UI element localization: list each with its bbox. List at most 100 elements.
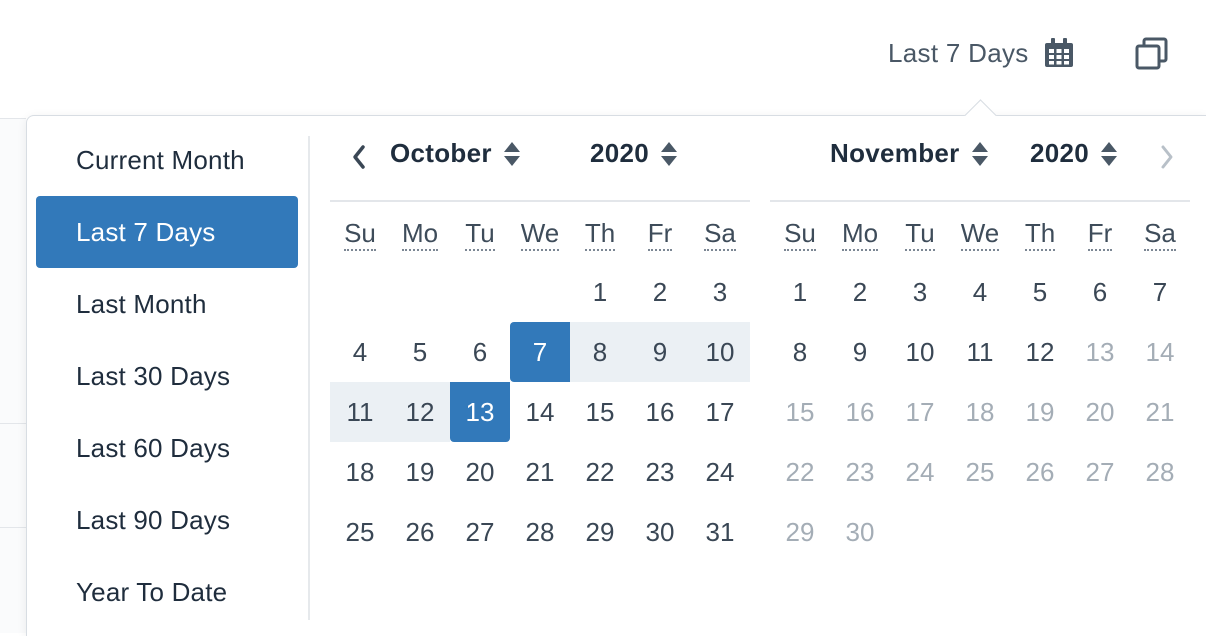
preset-item[interactable]: Last 60 Days [36, 412, 298, 484]
week-row: 123 [330, 262, 750, 322]
preset-item[interactable]: Last 30 Days [36, 340, 298, 412]
day-cell[interactable]: 6 [450, 322, 510, 382]
day-cell[interactable]: 8 [770, 322, 830, 382]
day-cell: 27 [1085, 456, 1115, 487]
weekday-abbr: Th [1024, 218, 1056, 251]
day-cell[interactable]: 4 [950, 262, 1010, 322]
day-cell[interactable]: 30 [630, 502, 690, 562]
day-cell[interactable]: 19 [390, 442, 450, 502]
day-cell[interactable]: 10 [890, 322, 950, 382]
weekday-abbr: Fr [647, 218, 673, 251]
year-select[interactable]: 2020 [590, 138, 679, 169]
week-row: 1234567 [770, 262, 1190, 322]
day-cell[interactable]: 22 [570, 442, 630, 502]
day-cell[interactable]: 23 [630, 442, 690, 502]
day-cell[interactable]: 8 [570, 322, 630, 382]
week-row: 29 30 [770, 502, 1190, 562]
day-cell[interactable]: 5 [1010, 262, 1070, 322]
day-cell[interactable]: 6 [1070, 262, 1130, 322]
weekday-abbr: Th [584, 218, 616, 251]
day-cell: 22 [785, 456, 815, 487]
preset-list: Current Month Last 7 Days Last Month Last 3… [36, 124, 298, 628]
day-cell[interactable]: 14 [510, 382, 570, 442]
day-cell[interactable]: 27 [450, 502, 510, 562]
day-cell[interactable]: 1 [770, 262, 830, 322]
day-cell[interactable]: 7 [1130, 262, 1190, 322]
day-cell[interactable]: 17 [690, 382, 750, 442]
week-row: 25 26 27 28 29 30 31 [330, 502, 750, 562]
day-cell[interactable]: 26 [390, 502, 450, 562]
year-select[interactable]: 2020 [1030, 138, 1119, 169]
day-cell[interactable]: 12 [1010, 322, 1070, 382]
preset-item[interactable]: Current Month [36, 124, 298, 196]
day-cell[interactable]: 3 [690, 262, 750, 322]
day-cell[interactable]: 2 [630, 262, 690, 322]
weekday-abbr: Tu [465, 218, 495, 251]
weekday-label: Th [1010, 218, 1070, 251]
day-cell[interactable]: 1 [570, 262, 630, 322]
day-cell[interactable]: 18 [330, 442, 390, 502]
copy-icon[interactable] [1134, 36, 1170, 72]
day-cell[interactable]: 31 [690, 502, 750, 562]
background-page-edge [0, 118, 26, 633]
day-cell: 26 [1025, 456, 1055, 487]
date-range-trigger[interactable]: Last 7 Days [888, 30, 1075, 76]
weekday-abbr: Mo [401, 218, 439, 251]
day-cell: 13 [1085, 336, 1115, 367]
month-select[interactable]: November [830, 138, 990, 169]
day-cell[interactable]: 29 [570, 502, 630, 562]
day-cell[interactable]: 25 [330, 502, 390, 562]
prev-month-button[interactable] [350, 144, 368, 175]
day-cell[interactable]: 7 [510, 322, 570, 382]
day-cell: 21 [1145, 396, 1175, 427]
day-cell: 23 [845, 456, 875, 487]
day-cell[interactable]: 21 [510, 442, 570, 502]
day-cell[interactable]: 11 [330, 382, 390, 442]
day-cell[interactable]: 16 [630, 382, 690, 442]
next-month-button[interactable] [1158, 144, 1176, 175]
day-cell[interactable]: 9 [830, 322, 890, 382]
day-grid: 1 2 3 4 5 6 7 8 9 10 11 12 13 14 15 16 17 18 19 20 21 22 23 24 2… [770, 262, 1190, 562]
calendar-month-right: November 2020 Su Mo Tu We Th Fr Sa 1 2 3 4 5 6 7 8 9 10… [770, 124, 1190, 547]
day-cell-empty [450, 262, 510, 322]
weekday-label: Tu [890, 218, 950, 251]
day-cell[interactable]: 5 [390, 322, 450, 382]
day-cell[interactable]: 13 [450, 382, 510, 442]
weekday-abbr: We [960, 218, 1000, 251]
day-cell[interactable]: 11 [950, 322, 1010, 382]
day-cell[interactable]: 4 [330, 322, 390, 382]
calendar-icon [1043, 37, 1075, 69]
weekday-label: Fr [630, 218, 690, 251]
background-divider [0, 527, 26, 528]
day-cell[interactable]: 24 [690, 442, 750, 502]
preset-item[interactable]: Last Month [36, 268, 298, 340]
day-cell-empty [390, 262, 450, 322]
weekday-label: We [950, 218, 1010, 251]
day-cell[interactable]: 10 [690, 322, 750, 382]
day-cell: 20 [1085, 396, 1115, 427]
weekday-abbr: Su [784, 218, 816, 251]
day-cell[interactable]: 2 [830, 262, 890, 322]
month-select[interactable]: October [390, 138, 522, 169]
sort-updown-icon [1101, 141, 1118, 166]
day-cell-empty [1010, 502, 1070, 562]
day-cell: 17 [905, 396, 935, 427]
day-cell: 16 [845, 396, 875, 427]
weekday-abbr: Sa [1144, 218, 1176, 251]
day-cell[interactable]: 9 [630, 322, 690, 382]
day-cell[interactable]: 12 [390, 382, 450, 442]
day-cell[interactable]: 28 [510, 502, 570, 562]
preset-item[interactable]: Last 90 Days [36, 484, 298, 556]
preset-item[interactable]: Last 7 Days [36, 196, 298, 268]
week-row: 15 16 17 18 19 20 21 [770, 382, 1190, 442]
month-header-divider [770, 200, 1190, 202]
chevron-right-icon [1161, 145, 1173, 169]
weekday-abbr: We [520, 218, 560, 251]
month-select-value: November [830, 138, 960, 168]
day-cell-empty [1070, 502, 1130, 562]
weekday-label: Th [570, 218, 630, 251]
preset-item[interactable]: Year To Date [36, 556, 298, 628]
day-cell[interactable]: 15 [570, 382, 630, 442]
day-cell[interactable]: 3 [890, 262, 950, 322]
day-cell[interactable]: 20 [450, 442, 510, 502]
